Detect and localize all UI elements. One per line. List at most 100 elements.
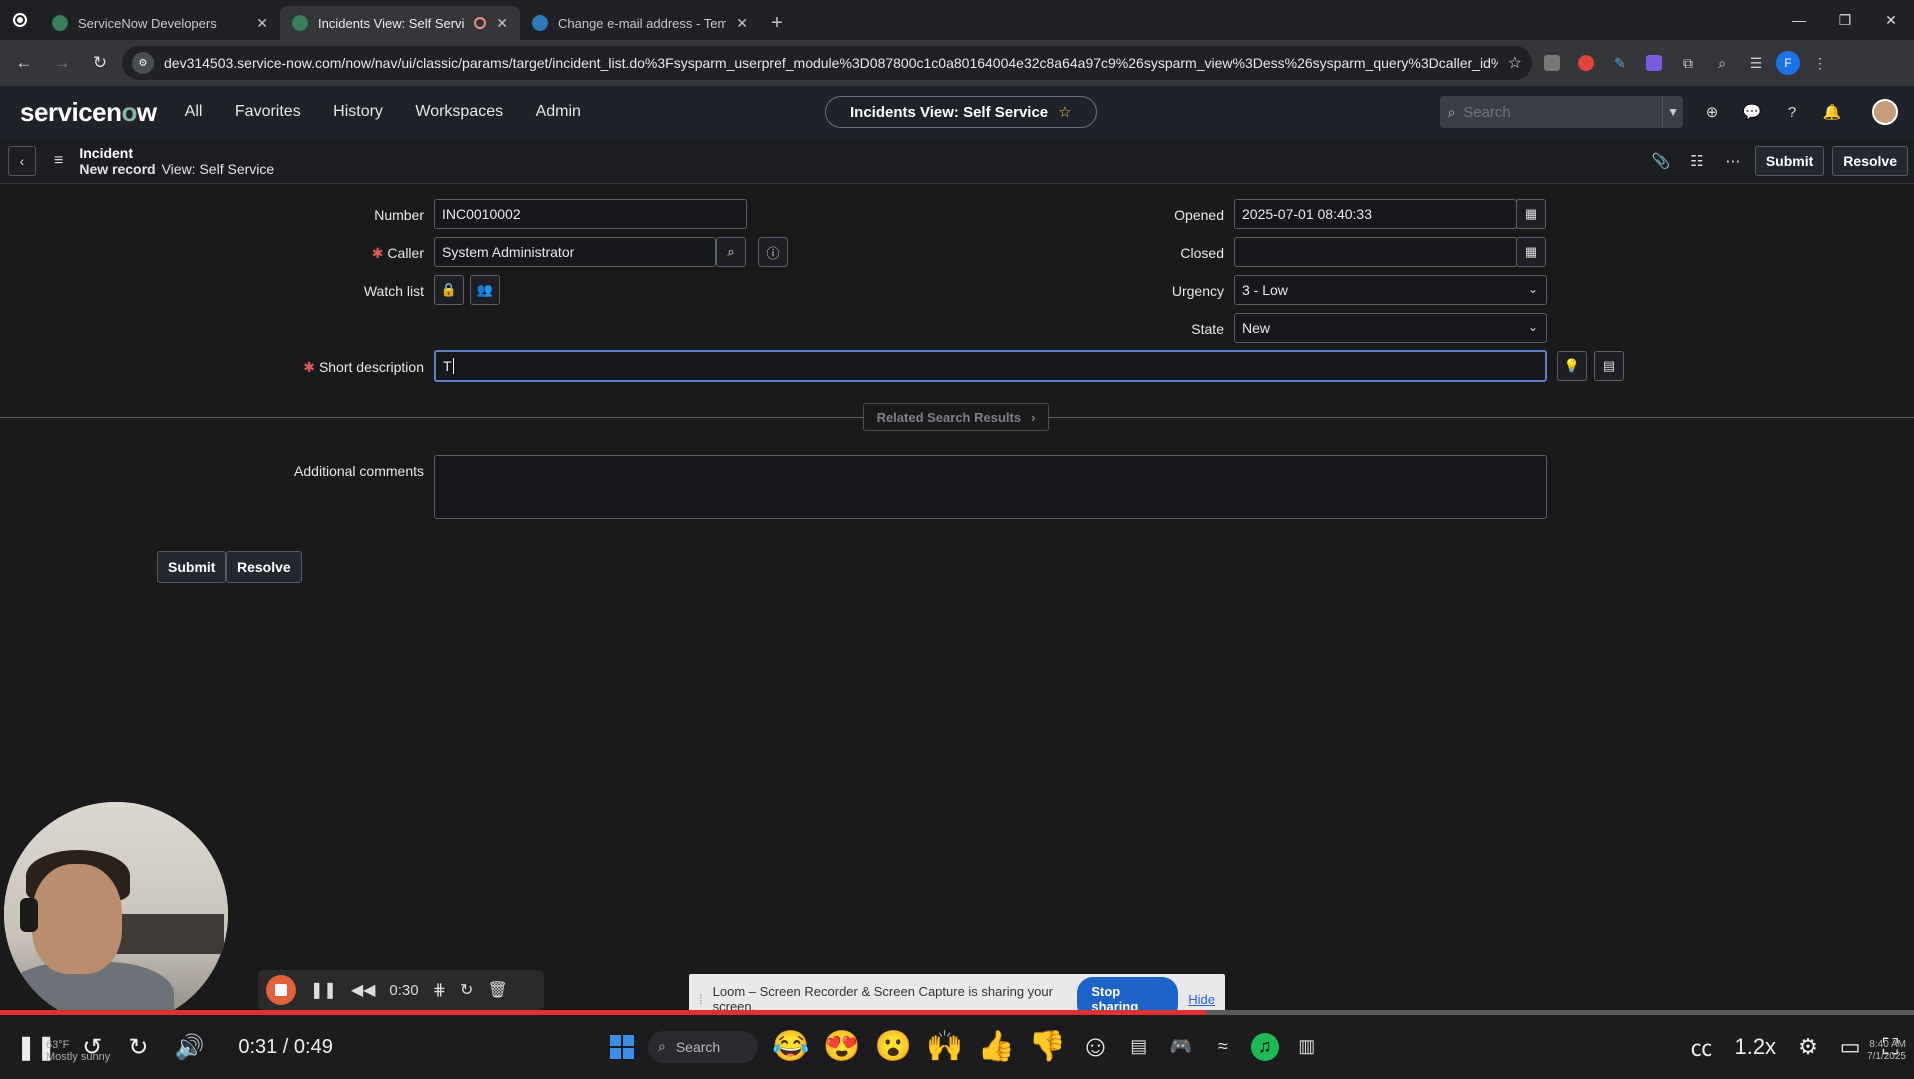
search-input[interactable] (1463, 103, 1663, 121)
servicenow-logo[interactable]: servicenow (20, 97, 157, 128)
global-search[interactable]: ⌕ ▼ (1440, 96, 1683, 128)
globe-icon[interactable]: ⊕ (1700, 100, 1724, 124)
tab-incidents-view[interactable]: Incidents View: Self Service ✕ (280, 6, 520, 40)
drag-handle-icon[interactable]: ⁞ (699, 992, 703, 1007)
notepad-icon[interactable]: ▥ (1293, 1033, 1321, 1061)
close-tab-icon[interactable]: ✕ (736, 15, 748, 32)
pause-icon[interactable]: ❚❚ (310, 980, 337, 1000)
menu-all[interactable]: All (185, 103, 203, 120)
browser-menu-icon[interactable]: ⋮ (1806, 49, 1834, 77)
grid-icon[interactable]: ⋕ (433, 980, 446, 1000)
extension-icon[interactable]: ✎ (1606, 49, 1634, 77)
knowledge-book-icon[interactable]: ▤ (1594, 351, 1624, 381)
add-reaction-icon[interactable]: ☺ (1080, 1030, 1111, 1064)
favorite-star-icon[interactable]: ☆ (1058, 103, 1071, 121)
urgency-select[interactable]: 3 - Low ⌄ (1234, 275, 1547, 305)
closed-captions-icon[interactable]: ㏄ (1690, 1031, 1712, 1063)
short-description-input[interactable]: T (434, 350, 1547, 382)
raised-hands-emoji-icon[interactable]: 🙌 (926, 1029, 963, 1064)
back-arrow-icon[interactable]: ← (8, 47, 40, 79)
extensions-puzzle-icon[interactable]: ⧉ (1674, 49, 1702, 77)
laughing-emoji-icon[interactable]: 😂 (772, 1029, 809, 1064)
thumbs-up-emoji-icon[interactable]: 👍 (977, 1029, 1014, 1064)
context-title-pill[interactable]: Incidents View: Self Service ☆ (825, 96, 1097, 128)
url-text[interactable]: dev314503.service-now.com/now/nav/ui/cla… (164, 55, 1498, 71)
watch-list-lock-icon[interactable]: 🔒 (434, 275, 464, 305)
reload-icon[interactable]: ↻ (84, 47, 116, 79)
attachment-paperclip-icon[interactable]: 📎 (1647, 147, 1675, 175)
more-options-icon[interactable]: ⋯ (1719, 147, 1747, 175)
restart-icon[interactable]: ↻ (460, 980, 473, 1000)
form-submit-button[interactable]: Submit (157, 551, 227, 583)
number-label: Number (374, 207, 424, 223)
comments-icon[interactable]: ▤ (1125, 1033, 1153, 1061)
close-tab-icon[interactable]: ✕ (256, 15, 268, 32)
extension-icon[interactable] (1538, 49, 1566, 77)
additional-comments-textarea[interactable] (434, 455, 1547, 519)
menu-admin[interactable]: Admin (536, 103, 581, 120)
caller-search-icon[interactable]: ⌕ (716, 237, 746, 267)
tab-servicenow-developers[interactable]: ServiceNow Developers ✕ (40, 6, 280, 40)
caller-info-icon[interactable]: ⓘ (758, 237, 788, 267)
spotify-icon[interactable]: ♫ (1250, 1032, 1279, 1061)
close-window-icon[interactable]: ✕ (1868, 0, 1914, 40)
extension-icon[interactable] (1640, 49, 1668, 77)
volume-icon[interactable]: 🔊 (174, 1033, 204, 1062)
rewind-icon[interactable]: ◀◀ (351, 980, 376, 1000)
submit-button[interactable]: Submit (1754, 146, 1825, 176)
stop-recording-button[interactable] (266, 975, 296, 1005)
user-avatar[interactable] (1872, 99, 1898, 125)
closed-calendar-icon[interactable]: ▦ (1516, 237, 1546, 267)
state-select[interactable]: New ⌄ (1234, 313, 1547, 343)
surprised-emoji-icon[interactable]: 😮 (875, 1029, 912, 1064)
add-me-watch-list-icon[interactable]: 👥 (470, 275, 500, 305)
settings-gear-icon[interactable]: ⚙ (1798, 1034, 1818, 1060)
forward-arrow-icon[interactable]: → (46, 47, 78, 79)
chat-icon[interactable]: 💬 (1740, 100, 1764, 124)
restore-icon[interactable]: ❐ (1822, 0, 1868, 40)
help-icon[interactable]: ? (1780, 100, 1804, 124)
playback-speed[interactable]: 1.2x (1734, 1034, 1776, 1060)
thumbs-down-emoji-icon[interactable]: 👎 (1029, 1029, 1066, 1064)
theater-mode-icon[interactable]: ▭ (1840, 1034, 1861, 1060)
game-controller-icon[interactable]: 🎮 (1167, 1033, 1195, 1061)
new-tab-button[interactable]: + (760, 6, 794, 40)
delete-trash-icon[interactable]: 🗑 (487, 980, 507, 1000)
tab-change-email[interactable]: Change e-mail address - Temp ✕ (520, 6, 760, 40)
bookmark-star-icon[interactable]: ☆ (1508, 53, 1522, 73)
loom-extension-icon[interactable] (1572, 49, 1600, 77)
hide-link[interactable]: Hide (1188, 992, 1215, 1007)
tab-title: Change e-mail address - Temp (558, 15, 727, 31)
close-tab-icon[interactable]: ✕ (496, 15, 508, 32)
windows-start-icon[interactable] (610, 1034, 634, 1059)
closed-field[interactable] (1234, 237, 1517, 267)
weather-widget[interactable]: 63°F Mostly sunny (46, 1039, 110, 1063)
personalize-form-icon[interactable]: ☷ (1683, 147, 1711, 175)
minimize-icon[interactable]: — (1776, 0, 1822, 40)
suggestion-lightbulb-icon[interactable]: 💡 (1557, 351, 1587, 381)
heart-eyes-emoji-icon[interactable]: 😍 (823, 1029, 860, 1064)
taskbar-search[interactable]: ⌕ Search (648, 1030, 758, 1063)
address-bar[interactable]: ⚙ dev314503.service-now.com/now/nav/ui/c… (122, 46, 1532, 80)
menu-history[interactable]: History (333, 103, 383, 120)
profile-avatar[interactable]: F (1776, 51, 1800, 75)
notifications-bell-icon[interactable]: 🔔 (1820, 100, 1844, 124)
search-scope-dropdown[interactable]: ▼ (1662, 96, 1683, 128)
webcam-bubble[interactable] (4, 802, 228, 1026)
menu-workspaces[interactable]: Workspaces (415, 103, 503, 120)
opened-calendar-icon[interactable]: ▦ (1516, 199, 1546, 229)
resolve-button[interactable]: Resolve (1832, 146, 1908, 176)
form-context-menu-icon[interactable]: ≡ (54, 152, 63, 170)
tab-search-icon[interactable]: ⌕ (1708, 49, 1736, 77)
site-info-icon[interactable]: ⚙ (132, 52, 154, 74)
caller-field[interactable]: System Administrator (434, 237, 716, 267)
number-field[interactable]: INC0010002 (434, 199, 747, 229)
related-search-results-button[interactable]: Related Search Results › (863, 403, 1049, 431)
sidebar-icon[interactable]: ☰ (1742, 49, 1770, 77)
app-icon[interactable]: ≈ (1209, 1033, 1237, 1061)
menu-favorites[interactable]: Favorites (235, 103, 301, 120)
opened-field[interactable]: 2025-07-01 08:40:33 (1234, 199, 1517, 229)
back-button[interactable]: ‹ (8, 145, 36, 176)
forward-5-icon[interactable]: ↻ (128, 1033, 148, 1062)
form-resolve-button[interactable]: Resolve (226, 551, 302, 583)
